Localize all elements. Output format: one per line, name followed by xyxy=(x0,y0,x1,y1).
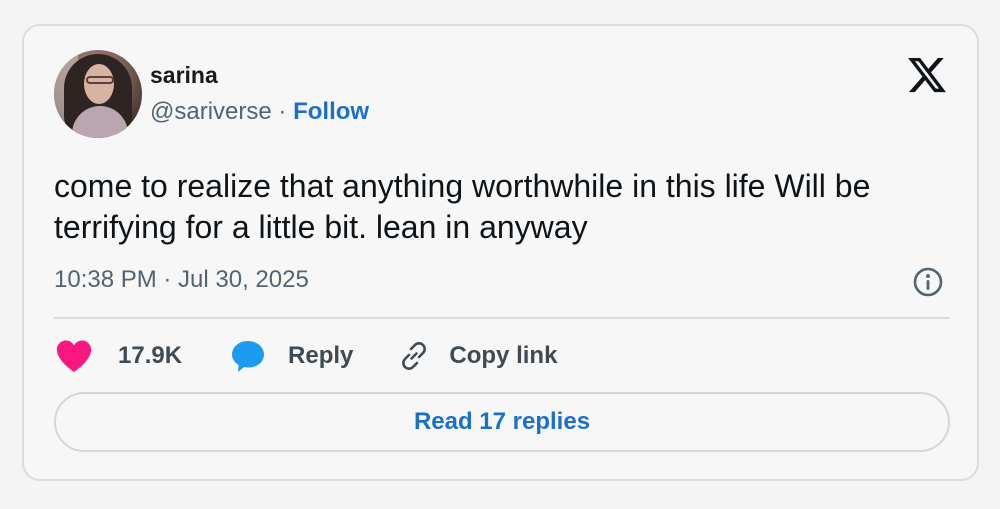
tweet-text: come to realize that anything worthwhile… xyxy=(54,168,871,245)
avatar-glasses xyxy=(86,76,114,84)
tweet-embed-card: sarina @sariverse · Follow come to reali… xyxy=(22,24,979,481)
copy-link-button[interactable]: Copy link xyxy=(397,339,557,373)
info-icon[interactable] xyxy=(912,266,944,298)
action-bar: 17.9K Reply Copy link xyxy=(54,336,557,376)
avatar-face xyxy=(84,64,114,104)
avatar[interactable] xyxy=(54,50,142,138)
link-icon xyxy=(402,342,427,370)
author-handle-row: @sariverse · Follow xyxy=(150,98,369,126)
follow-button[interactable]: Follow xyxy=(293,98,369,125)
tweet-timestamp[interactable]: 10:38 PM · Jul 30, 2025 xyxy=(54,266,309,294)
author-name[interactable]: sarina xyxy=(150,62,218,89)
speech-bubble-icon xyxy=(232,341,265,372)
divider xyxy=(54,317,950,319)
reply-button[interactable]: Reply xyxy=(230,338,353,374)
like-count: 17.9K xyxy=(118,342,183,369)
author-handle[interactable]: @sariverse xyxy=(150,98,272,125)
read-replies-button[interactable]: Read 17 replies xyxy=(54,392,950,452)
heart-icon xyxy=(56,340,92,372)
copy-link-label: Copy link xyxy=(449,342,558,369)
like-button[interactable]: 17.9K xyxy=(54,338,182,374)
x-logo-icon[interactable] xyxy=(906,54,948,96)
reply-label: Reply xyxy=(288,342,354,369)
handle-separator: · xyxy=(278,98,287,125)
